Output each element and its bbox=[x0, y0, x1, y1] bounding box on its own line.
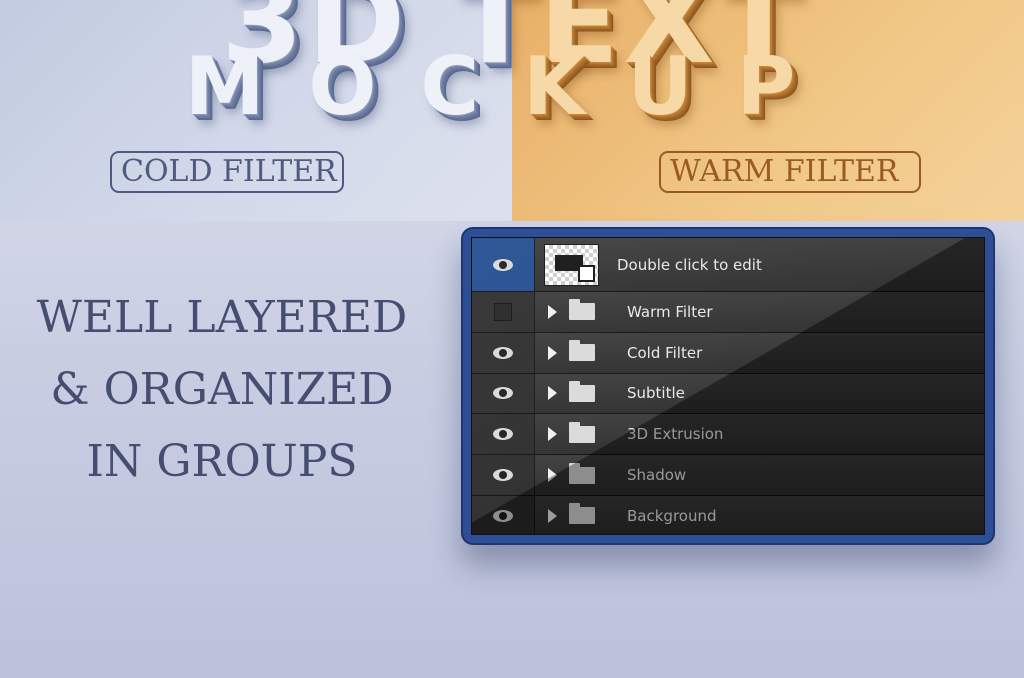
folder-icon bbox=[569, 462, 595, 484]
layer-name: 3D Extrusion bbox=[627, 425, 724, 444]
layer-row-shadow[interactable]: Shadow bbox=[472, 455, 984, 496]
layer-name: Warm Filter bbox=[627, 302, 713, 321]
layer-row-3d-extrusion[interactable]: 3D Extrusion bbox=[472, 414, 984, 456]
hidden-box-icon bbox=[494, 302, 512, 321]
eye-icon bbox=[493, 428, 513, 441]
headline-line3: IN GROUPS bbox=[86, 436, 358, 487]
expand-caret-icon[interactable] bbox=[548, 427, 557, 442]
visibility-toggle[interactable] bbox=[472, 373, 535, 414]
cold-filter-label: COLD FILTER bbox=[110, 151, 344, 193]
smart-object-thumbnail bbox=[544, 243, 599, 286]
layer-name: Background bbox=[627, 506, 717, 525]
eye-icon bbox=[493, 346, 513, 359]
visibility-toggle[interactable] bbox=[472, 495, 535, 534]
folder-icon bbox=[569, 340, 595, 362]
visibility-toggle[interactable] bbox=[472, 332, 535, 373]
expand-caret-icon[interactable] bbox=[548, 468, 557, 483]
eye-icon bbox=[493, 258, 513, 271]
folder-icon bbox=[569, 503, 595, 525]
feature-headline: WELL LAYERED & ORGANIZED IN GROUPS bbox=[18, 282, 426, 498]
layer-name: Double click to edit bbox=[617, 255, 762, 274]
expand-caret-icon[interactable] bbox=[548, 345, 557, 360]
mockup-title-line2-warm: MOCKUP bbox=[512, 40, 840, 133]
cold-filter-preview: 3D TEXT MOCKUP COLD FILTER bbox=[0, 0, 512, 221]
folder-icon bbox=[569, 299, 595, 321]
eye-icon bbox=[493, 387, 513, 400]
eye-icon bbox=[493, 509, 513, 522]
expand-caret-icon[interactable] bbox=[548, 508, 557, 523]
headline-line2: & ORGANIZED bbox=[50, 364, 394, 415]
expand-caret-icon[interactable] bbox=[548, 304, 557, 319]
layers-panel: Double click to edit Warm Filter Cold Fi… bbox=[471, 237, 985, 535]
folder-icon bbox=[569, 421, 595, 443]
eye-icon bbox=[493, 469, 513, 482]
mockup-title-line2: MOCKUP bbox=[184, 40, 512, 133]
layer-row-cold-filter[interactable]: Cold Filter bbox=[472, 332, 984, 374]
layer-name: Cold Filter bbox=[627, 343, 703, 362]
layer-name: Subtitle bbox=[627, 384, 685, 403]
layer-name: Shadow bbox=[627, 466, 687, 485]
visibility-toggle[interactable] bbox=[472, 414, 535, 455]
visibility-toggle[interactable] bbox=[472, 238, 535, 291]
warm-filter-label: WARM FILTER bbox=[659, 151, 921, 193]
mockup-banner: 3D TEXT MOCKUP COLD FILTER 3D TEXT MOCKU… bbox=[0, 0, 1024, 221]
expand-caret-icon[interactable] bbox=[548, 386, 557, 401]
warm-filter-preview: 3D TEXT MOCKUP WARM FILTER bbox=[512, 0, 1024, 221]
layer-row-smart-object[interactable]: Double click to edit bbox=[472, 238, 984, 292]
layer-row-warm-filter[interactable]: Warm Filter bbox=[472, 292, 984, 333]
visibility-toggle[interactable] bbox=[472, 292, 535, 332]
layers-panel-frame: Double click to edit Warm Filter Cold Fi… bbox=[461, 227, 995, 545]
headline-line1: WELL LAYERED bbox=[36, 292, 408, 343]
visibility-toggle[interactable] bbox=[472, 455, 535, 495]
layer-row-background[interactable]: Background bbox=[472, 495, 984, 534]
layer-row-subtitle[interactable]: Subtitle bbox=[472, 373, 984, 415]
folder-icon bbox=[569, 380, 595, 402]
